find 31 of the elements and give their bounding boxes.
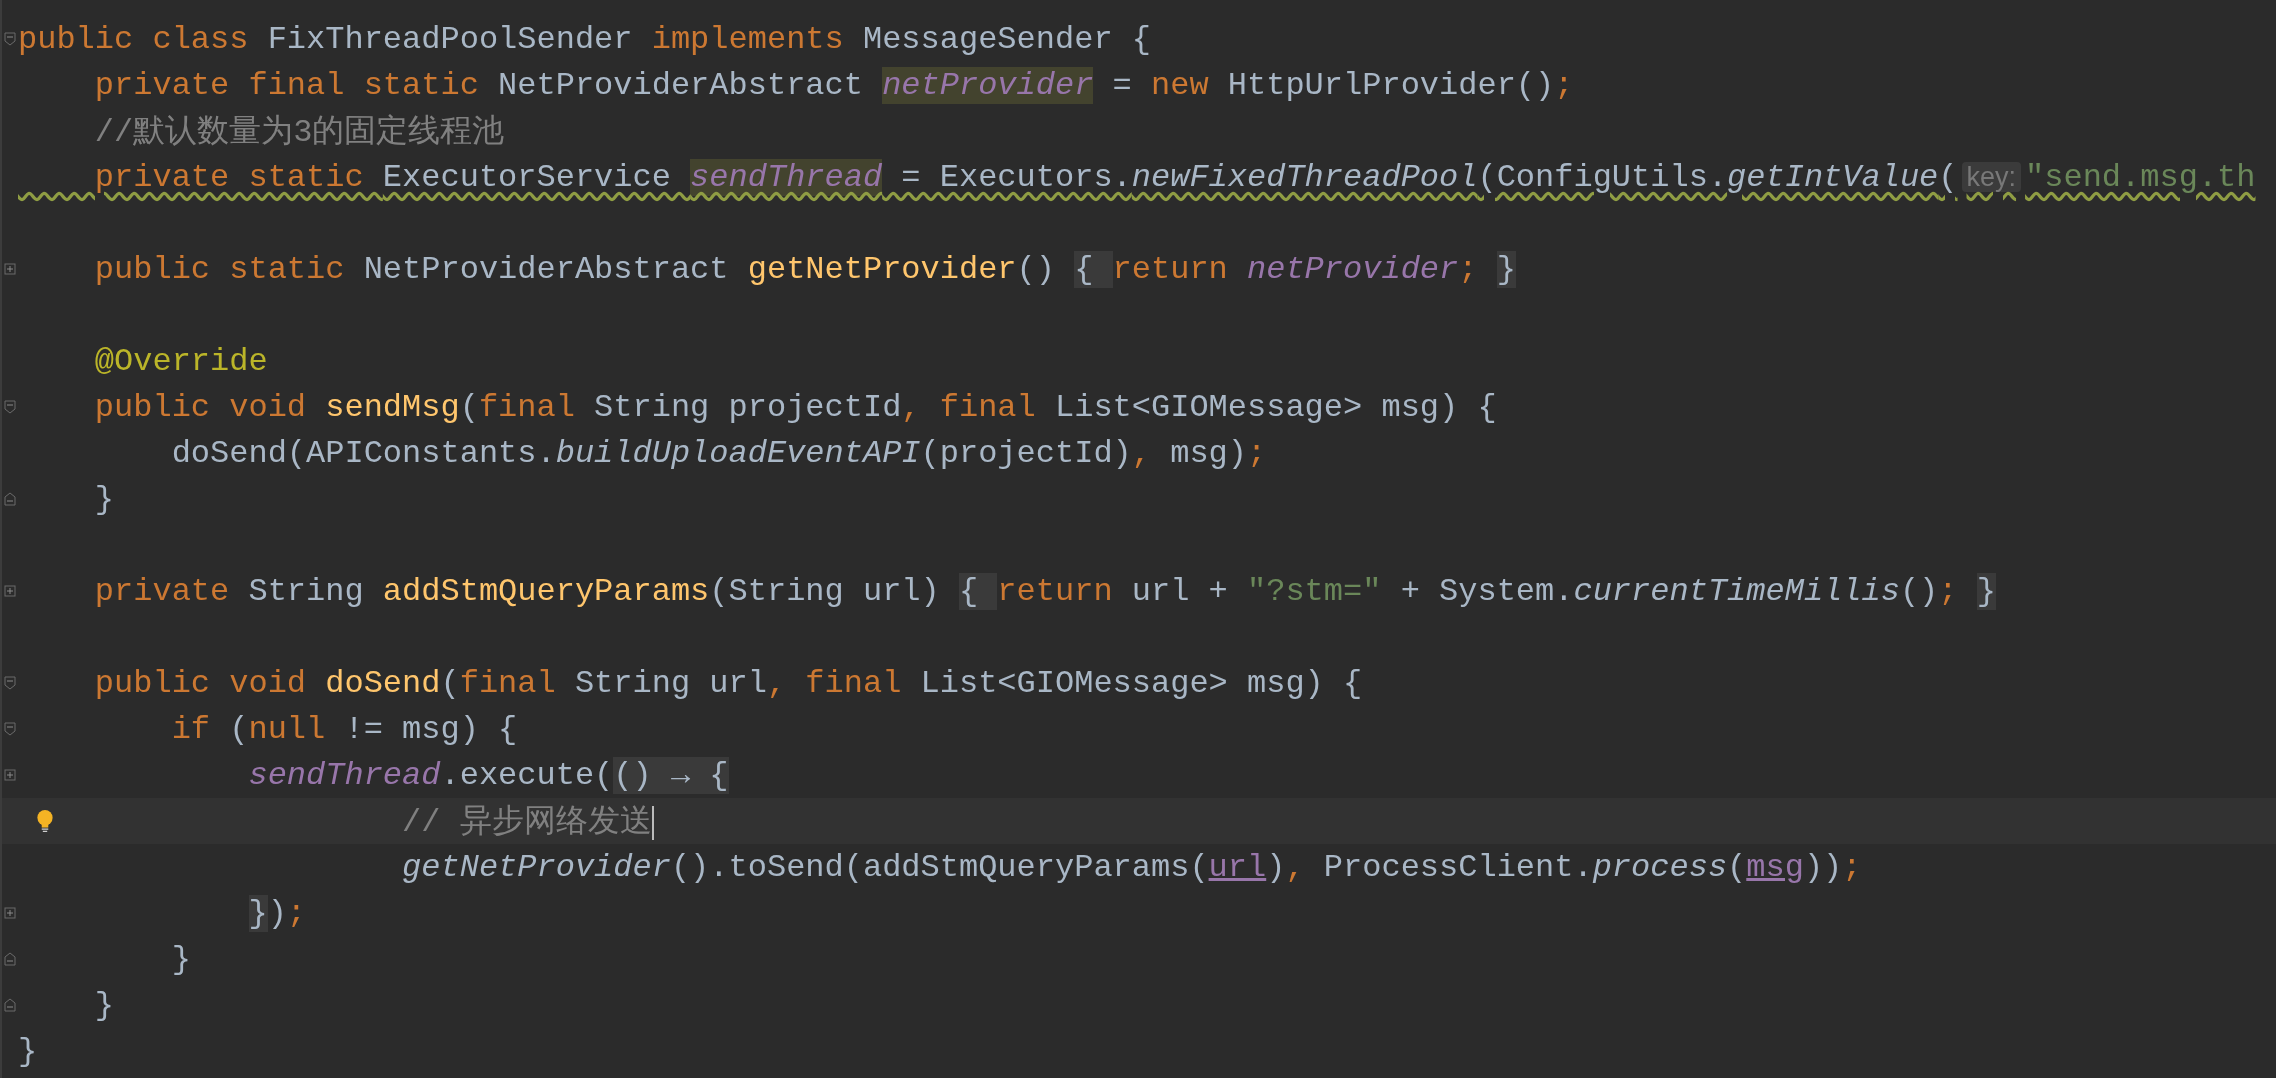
code-line: }: [170, 940, 191, 978]
fold-minus-icon[interactable]: [4, 492, 16, 506]
code-line: public class FixThreadPoolSender implements MessageSender {: [18, 20, 1151, 58]
code-line: public static NetProviderAbstract getNetProvider() { return netProvider; }: [93, 250, 1516, 288]
fold-minus-icon[interactable]: [4, 676, 16, 690]
fold-minus-icon[interactable]: [4, 32, 16, 46]
fold-plus-icon[interactable]: [4, 584, 16, 598]
code-line: getNetProvider().toSend(addStmQueryParams(url), ProcessClient.process(msg));: [401, 848, 1862, 886]
code-line: }: [93, 986, 114, 1024]
lightbulb-icon[interactable]: [36, 809, 54, 833]
code-line: private final static NetProviderAbstract netProvider = new HttpUrlProvider();: [93, 66, 1574, 104]
fold-plus-icon[interactable]: [4, 906, 16, 920]
fold-plus-icon[interactable]: [4, 768, 16, 782]
code-line: // 异步网络发送: [401, 803, 654, 843]
fold-plus-icon[interactable]: [4, 262, 16, 276]
code-line: public void doSend(final String url, final List<GIOMessage> msg) {: [93, 664, 1363, 702]
code-line: }: [93, 480, 114, 518]
code-line: @Override: [93, 342, 268, 380]
code-line: doSend(APIConstants.buildUploadEventAPI(projectId), msg);: [170, 434, 1267, 472]
code-line: sendThread.execute(() → {: [247, 756, 729, 794]
fold-minus-icon[interactable]: [4, 722, 16, 736]
code-line: public void sendMsg(final String projectId, final List<GIOMessage> msg) {: [93, 388, 1497, 426]
fold-minus-icon[interactable]: [4, 400, 16, 414]
fold-minus-icon[interactable]: [4, 998, 16, 1012]
code-line: if (null != msg) {: [170, 710, 518, 748]
code-line: //默认数量为3的固定线程池: [93, 113, 505, 153]
code-line: private String addStmQueryParams(String url) { return url + "?stm=" + System.currentTimeMillis(); }: [93, 572, 1996, 610]
code-line: private static ExecutorService sendThread = Executors.newFixedThreadPool(ConfigUtils.getIntValue( key: "send.msg.th: [93, 158, 2256, 196]
code-line: }: [18, 1032, 38, 1070]
code-editor[interactable]: [0, 0, 2276, 1078]
fold-minus-icon[interactable]: [4, 952, 16, 966]
